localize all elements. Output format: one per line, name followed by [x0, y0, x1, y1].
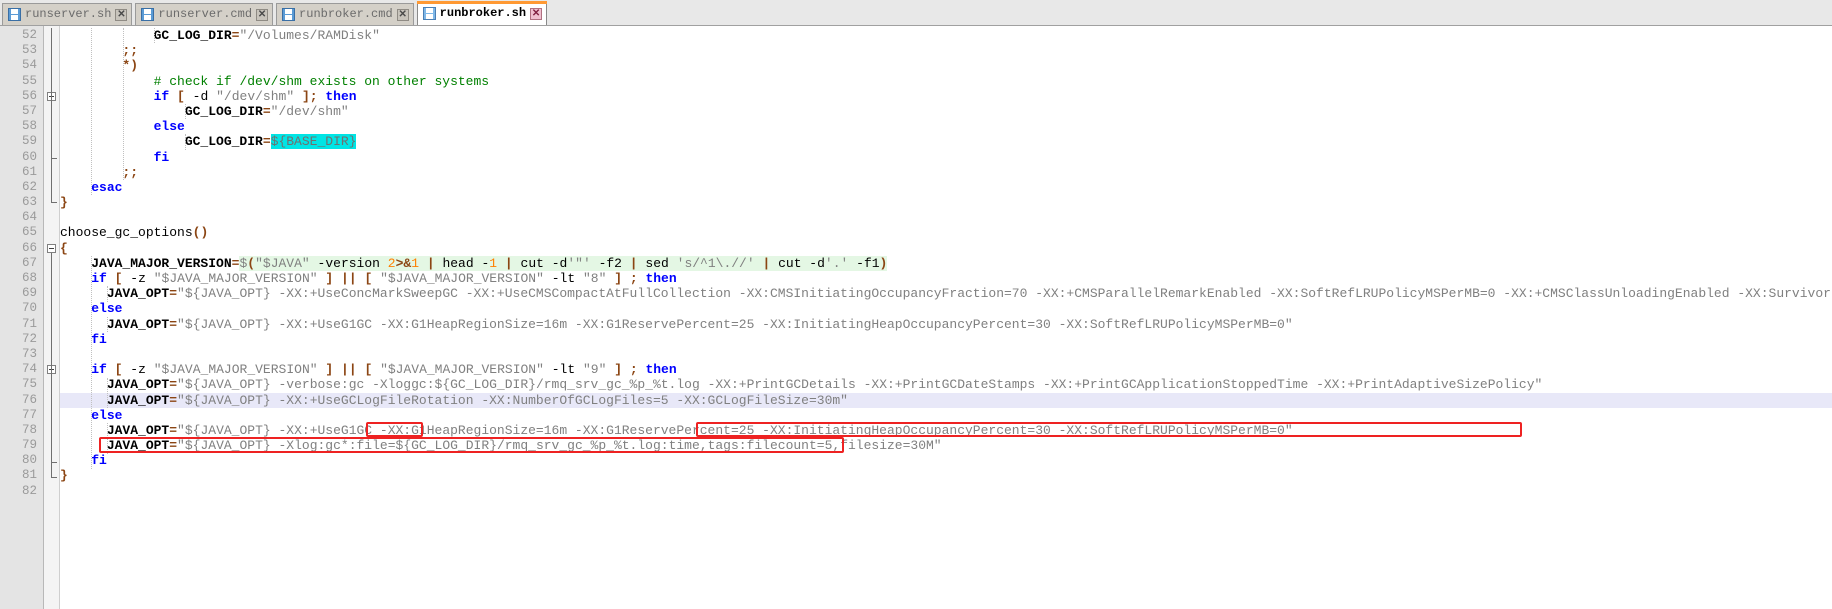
fold-collapse-icon[interactable]: [47, 243, 56, 253]
code-line[interactable]: [60, 484, 1832, 499]
line-number: 71: [21, 316, 37, 331]
code-line[interactable]: }: [60, 468, 1832, 483]
code-line[interactable]: GC_LOG_DIR="/dev/shm": [60, 104, 1832, 119]
file-icon: [8, 8, 21, 21]
code-line[interactable]: fi: [60, 332, 1832, 347]
code-line[interactable]: fi: [60, 150, 1832, 165]
code-line[interactable]: JAVA_OPT="${JAVA_OPT} -XX:+UseGCLogFileR…: [60, 392, 1832, 408]
tab-label: runbroker.cmd: [299, 7, 393, 21]
fold-guide-line: [51, 28, 52, 196]
line-number: 52: [21, 28, 37, 42]
line-number: 64: [21, 210, 37, 225]
line-number: 65: [21, 225, 37, 240]
tab-label: runbroker.sh: [439, 6, 527, 20]
fold-guide-end: [51, 469, 57, 478]
fold-guide-end: [51, 195, 57, 204]
tab-label: runserver.sh: [25, 7, 112, 21]
line-number: 55: [21, 73, 37, 88]
fold-cell[interactable]: [44, 225, 59, 240]
fold-cell[interactable]: [44, 484, 59, 499]
code-line[interactable]: else: [60, 301, 1832, 316]
code-line[interactable]: if [ -z "$JAVA_MAJOR_VERSION" ] || [ "$J…: [60, 362, 1832, 377]
file-icon: [422, 7, 436, 20]
tab-runserver-sh[interactable]: runserver.sh ✕: [2, 3, 133, 25]
fold-guide-end: [51, 454, 57, 463]
line-number: 78: [21, 422, 37, 437]
close-icon[interactable]: ✕: [530, 7, 543, 20]
line-number: 73: [21, 346, 37, 361]
file-icon: [141, 8, 155, 21]
code-line[interactable]: JAVA_OPT="${JAVA_OPT} -XX:+UseG1GC -XX:G…: [60, 423, 1832, 438]
line-number: 80: [21, 453, 37, 468]
fold-guide-line: [51, 374, 52, 462]
line-number: 63: [21, 195, 37, 210]
code-line[interactable]: # check if /dev/shm exists on other syst…: [60, 74, 1832, 89]
line-number: 61: [21, 164, 37, 179]
close-icon[interactable]: ✕: [396, 8, 409, 21]
code-line[interactable]: ;;: [60, 43, 1832, 58]
code-editor[interactable]: 52 53 54 55 56 57 58 59 60 61 62 63 64 65 66 67 68 69 70 71…: [0, 26, 1832, 609]
code-line[interactable]: JAVA_OPT="${JAVA_OPT} -XX:+UseConcMarkSw…: [60, 286, 1832, 301]
line-number: 54: [21, 58, 37, 73]
tab-runbroker-cmd[interactable]: runbroker.cmd ✕: [276, 3, 414, 25]
line-number: 59: [21, 134, 37, 149]
line-number: 58: [21, 119, 37, 134]
code-line[interactable]: JAVA_OPT="${JAVA_OPT} -Xlog:gc*:file=${G…: [60, 438, 1832, 453]
code-line[interactable]: JAVA_OPT="${JAVA_OPT} -verbose:gc -Xlogg…: [60, 377, 1832, 392]
close-icon[interactable]: ✕: [256, 8, 269, 21]
code-line[interactable]: [60, 347, 1832, 362]
code-line[interactable]: *): [60, 58, 1832, 73]
line-number: 74: [21, 362, 37, 377]
line-number: 69: [21, 286, 37, 301]
close-icon[interactable]: ✕: [115, 8, 128, 21]
line-number: 75: [21, 377, 37, 392]
line-number: 77: [21, 407, 37, 422]
code-line[interactable]: GC_LOG_DIR=${BASE_DIR}: [60, 134, 1832, 150]
code-line[interactable]: fi: [60, 453, 1832, 468]
line-number: 60: [21, 149, 37, 164]
line-number: 66: [21, 240, 37, 255]
code-line[interactable]: else: [60, 119, 1832, 134]
line-number: 68: [21, 271, 37, 285]
selected-text: ${BASE_DIR}: [270, 134, 357, 150]
code-line[interactable]: [60, 210, 1832, 225]
tab-label: runserver.cmd: [158, 7, 253, 21]
line-number: 81: [21, 468, 37, 483]
code-line[interactable]: GC_LOG_DIR="/Volumes/RAMDisk": [60, 28, 1832, 43]
line-number: 56: [21, 88, 37, 103]
code-line[interactable]: ;;: [60, 165, 1832, 180]
line-number: 82: [21, 483, 37, 498]
file-icon: [282, 8, 296, 21]
code-line[interactable]: else: [60, 408, 1832, 423]
code-line[interactable]: }: [60, 195, 1832, 210]
line-number: 72: [21, 331, 37, 346]
code-line[interactable]: choose_gc_options(): [60, 225, 1832, 240]
line-number: 79: [21, 438, 37, 453]
code-line[interactable]: if [ -z "$JAVA_MAJOR_VERSION" ] || [ "$J…: [60, 271, 1832, 286]
fold-cell[interactable]: [44, 210, 59, 225]
tab-runserver-cmd[interactable]: runserver.cmd ✕: [135, 3, 274, 25]
tab-runbroker-sh[interactable]: runbroker.sh ✕: [416, 1, 548, 25]
code-folding-gutter[interactable]: [44, 26, 60, 609]
line-number: 76: [21, 392, 37, 407]
tab-bar: runserver.sh ✕ runserver.cmd ✕ runbroker…: [0, 0, 1832, 26]
code-line[interactable]: {: [60, 241, 1832, 256]
line-number: 53: [21, 43, 37, 58]
line-number: 57: [21, 103, 37, 118]
code-content[interactable]: GC_LOG_DIR="/Volumes/RAMDisk" ;; *) # ch…: [60, 26, 1832, 609]
line-number: 70: [21, 301, 37, 316]
code-line[interactable]: JAVA_MAJOR_VERSION=$("$JAVA" -version 2>…: [60, 255, 1832, 271]
code-line[interactable]: if [ -d "/dev/shm" ]; then: [60, 89, 1832, 104]
line-number-gutter: 52 53 54 55 56 57 58 59 60 61 62 63 64 65 66 67 68 69 70 71…: [0, 26, 44, 609]
line-number: 62: [21, 179, 37, 194]
code-line[interactable]: JAVA_OPT="${JAVA_OPT} -XX:+UseG1GC -XX:G…: [60, 317, 1832, 332]
line-number: 67: [21, 255, 37, 270]
code-line[interactable]: esac: [60, 180, 1832, 195]
